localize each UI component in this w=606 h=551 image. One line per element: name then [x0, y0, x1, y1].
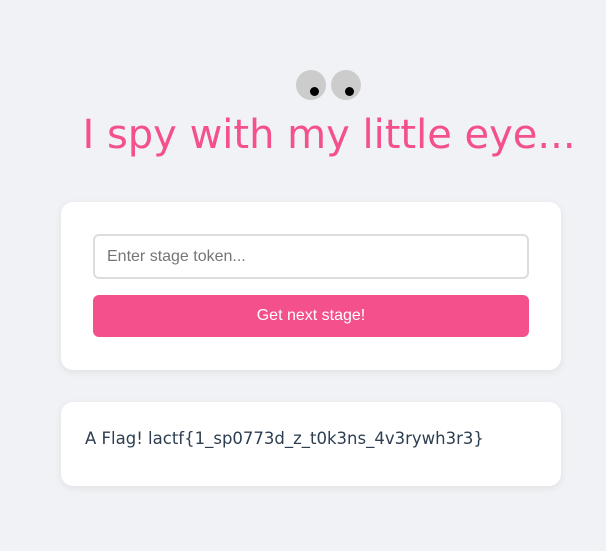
left-pupil	[310, 87, 319, 96]
stage-token-input[interactable]	[93, 234, 529, 279]
right-eye-icon	[331, 70, 361, 100]
get-next-stage-button[interactable]: Get next stage!	[93, 295, 529, 337]
flag-message: A Flag! lactf{1_sp0773d_z_t0k3ns_4v3rywh…	[85, 429, 484, 448]
right-pupil	[345, 87, 354, 96]
page-title: I spy with my little eye...	[82, 112, 576, 158]
googly-eyes	[296, 70, 361, 100]
token-form-card: Get next stage!	[61, 202, 561, 370]
flag-result-card: A Flag! lactf{1_sp0773d_z_t0k3ns_4v3rywh…	[61, 402, 561, 486]
left-eye-icon	[296, 70, 326, 100]
